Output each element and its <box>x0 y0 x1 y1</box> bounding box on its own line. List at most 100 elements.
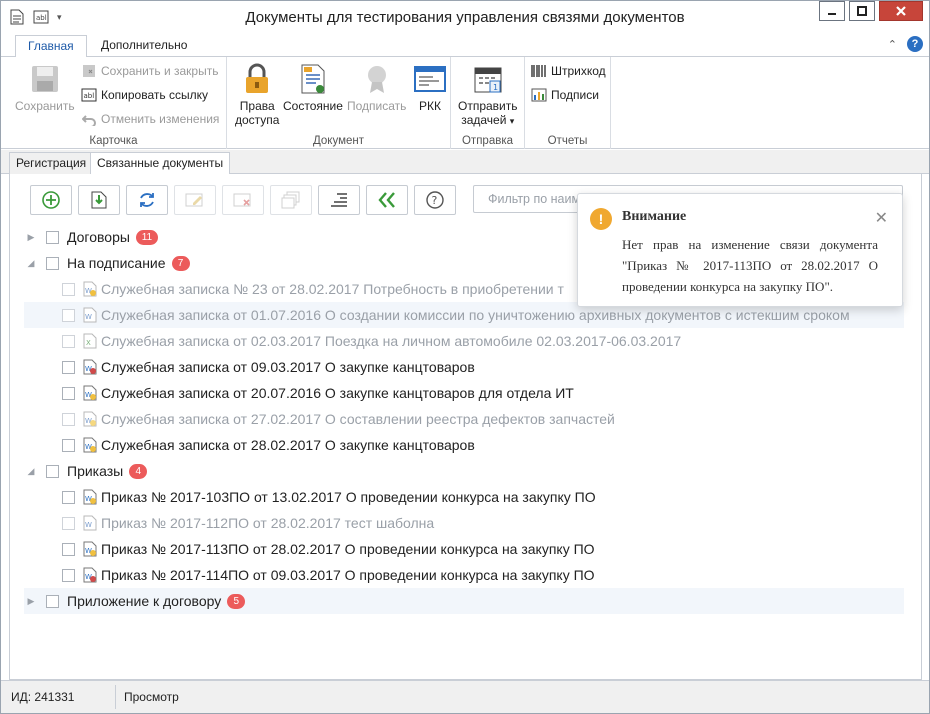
checkbox[interactable] <box>46 594 59 608</box>
copy-link-icon: abl <box>81 87 97 103</box>
view-mode: Просмотр <box>124 690 179 704</box>
group-label-reports: Отчеты <box>547 135 588 147</box>
checkbox[interactable] <box>46 256 59 270</box>
checkbox[interactable] <box>62 386 75 400</box>
status-divider <box>115 685 116 709</box>
word-document-pending-icon: W <box>83 437 97 453</box>
ribbon-group-reports: Штрихкод Подписи Отчеты <box>525 57 611 149</box>
checkbox[interactable] <box>62 334 75 348</box>
checkbox[interactable] <box>62 282 75 296</box>
sort-button[interactable] <box>318 185 360 215</box>
seal-icon <box>360 61 394 97</box>
help-icon[interactable]: ? <box>907 36 923 52</box>
svg-text:1: 1 <box>493 83 498 92</box>
delete-link-button[interactable] <box>222 185 264 215</box>
warning-icon: ! <box>590 208 612 230</box>
checkbox[interactable] <box>62 438 75 452</box>
expand-arrow-icon[interactable]: ▶ <box>24 596 38 607</box>
question-circle-icon: ? <box>426 191 444 209</box>
undo-icon <box>81 111 97 127</box>
edit-link-button[interactable] <box>174 185 216 215</box>
sign-button[interactable]: Подписать <box>347 61 406 113</box>
tree-category-contract-appendix[interactable]: ▶ Приложение к договору 5 <box>24 588 904 614</box>
state-button[interactable]: Состояние <box>283 61 343 113</box>
collapse-arrow-icon[interactable]: ◢ <box>24 258 38 269</box>
word-document-pending-icon: W <box>83 411 97 427</box>
copy-links-button[interactable] <box>270 185 312 215</box>
plus-circle-icon <box>42 191 60 209</box>
ribbon-tab-bar: Главная Дополнительно ⌃ ? <box>1 33 929 58</box>
checkbox[interactable] <box>62 360 75 374</box>
padlock-icon <box>240 61 274 97</box>
align-right-icon <box>331 193 347 207</box>
maximize-button[interactable] <box>849 1 875 21</box>
checkbox[interactable] <box>62 516 75 530</box>
tab-additional[interactable]: Дополнительно <box>89 35 199 58</box>
double-chevron-left-icon <box>378 192 395 208</box>
close-icon[interactable]: ✕ <box>875 208 888 228</box>
word-document-icon: W <box>83 515 97 531</box>
tree-item[interactable]: W Приказ № 2017-113ПО от 28.02.2017 О пр… <box>24 536 904 562</box>
tree-item[interactable]: W Служебная записка от 20.07.2016 О заку… <box>24 380 904 406</box>
tree-category-orders[interactable]: ◢ Приказы 4 <box>24 458 904 484</box>
save-close-icon <box>81 63 97 79</box>
tree-item[interactable]: W Приказ № 2017-112ПО от 28.02.2017 тест… <box>24 510 904 536</box>
collapse-all-button[interactable] <box>366 185 408 215</box>
close-button[interactable] <box>879 1 923 21</box>
tree-item[interactable]: W Приказ № 2017-114ПО от 09.03.2017 О пр… <box>24 562 904 588</box>
excel-document-icon: X <box>83 333 97 349</box>
window-title: Документы для тестирования управления св… <box>245 9 685 26</box>
save-button[interactable]: Сохранить <box>15 61 75 113</box>
expand-arrow-icon[interactable]: ▶ <box>24 232 38 243</box>
checkbox[interactable] <box>62 308 75 322</box>
word-document-pending-icon: W <box>83 541 97 557</box>
signatures-button[interactable]: Подписи <box>531 85 599 105</box>
card-icon <box>413 61 447 97</box>
tree-item[interactable]: W Служебная записка от 09.03.2017 О заку… <box>24 354 904 380</box>
checkbox[interactable] <box>62 490 75 504</box>
ribbon-controls: ⌃ ? <box>888 36 923 52</box>
tree-item[interactable]: X Служебная записка от 02.03.2017 Поездк… <box>24 328 904 354</box>
svg-text:W: W <box>85 313 92 321</box>
svg-text:W: W <box>85 521 92 529</box>
tab-registration[interactable]: Регистрация <box>9 152 94 174</box>
tab-linked-documents[interactable]: Связанные документы <box>90 152 231 175</box>
save-and-close-button[interactable]: Сохранить и закрыть <box>81 61 218 81</box>
copy-link-button[interactable]: abl Копировать ссылку <box>81 85 208 105</box>
minimize-button[interactable] <box>819 1 845 21</box>
tree-item[interactable]: W Приказ № 2017-103ПО от 13.02.2017 О пр… <box>24 484 904 510</box>
collapse-ribbon-icon[interactable]: ⌃ <box>888 38 897 51</box>
app-window: abl ▾ Документы для тестирования управле… <box>0 0 930 714</box>
svg-text:?: ? <box>432 194 438 207</box>
checkbox[interactable] <box>46 464 59 478</box>
document-state-icon <box>296 61 330 97</box>
count-badge: 5 <box>227 593 246 609</box>
checkbox[interactable] <box>62 542 75 556</box>
undo-changes-button[interactable]: Отменить изменения <box>81 109 219 129</box>
add-link-button[interactable] <box>30 185 72 215</box>
access-rights-button[interactable]: Права доступа <box>235 61 279 127</box>
import-document-button[interactable] <box>78 185 120 215</box>
collapse-arrow-icon[interactable]: ◢ <box>24 466 38 477</box>
checkbox[interactable] <box>62 412 75 426</box>
notification-title: Внимание <box>622 209 687 224</box>
barcode-button[interactable]: Штрихкод <box>531 61 606 81</box>
tab-home[interactable]: Главная <box>15 35 87 58</box>
group-label-card: Карточка <box>89 135 138 147</box>
checkbox[interactable] <box>62 568 75 582</box>
copy-icon <box>281 191 300 209</box>
word-document-signed-icon: W <box>83 567 97 583</box>
rkk-button[interactable]: РКК <box>413 61 447 113</box>
word-document-pending-icon: W <box>83 489 97 505</box>
tree-item[interactable]: W Служебная записка от 27.02.2017 О сост… <box>24 406 904 432</box>
barcode-icon <box>531 63 547 79</box>
ribbon: Сохранить Сохранить и закрыть abl Копиро… <box>1 57 929 149</box>
help-button[interactable]: ? <box>414 185 456 215</box>
word-document-signed-icon: W <box>83 359 97 375</box>
tree-item[interactable]: W Служебная записка от 28.02.2017 О заку… <box>24 432 904 458</box>
warning-notification: ! Внимание ✕ Нет прав на изменение связи… <box>577 193 903 307</box>
refresh-button[interactable] <box>126 185 168 215</box>
send-as-task-button[interactable]: 1 Отправить задачей ▾ <box>458 61 518 128</box>
dropdown-caret-icon: ▾ <box>509 116 515 126</box>
checkbox[interactable] <box>46 230 59 244</box>
